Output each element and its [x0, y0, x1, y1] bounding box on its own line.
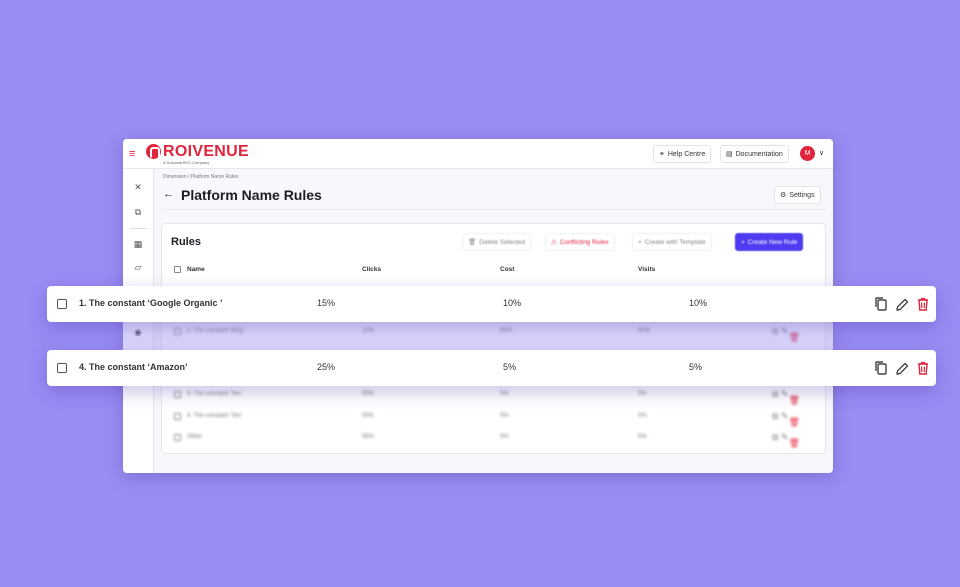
- column-header-name[interactable]: Name: [187, 266, 205, 273]
- headset-icon: ⚭: [659, 151, 665, 158]
- help-centre-button[interactable]: ⚭ Help Centre: [653, 145, 712, 163]
- copy-icon[interactable]: [874, 296, 888, 312]
- grid-icon[interactable]: ▦: [132, 238, 144, 250]
- row-checkbox[interactable]: [174, 413, 181, 420]
- row-visits: 5%: [638, 434, 647, 440]
- rules-title: Rules: [171, 236, 201, 248]
- gear-icon: ⚙: [780, 192, 787, 199]
- page-title: Platform Name Rules: [181, 187, 322, 203]
- row-cost: 5%: [500, 391, 509, 397]
- divider: [163, 209, 826, 210]
- table-row[interactable]: 4. The constant 'Yes' 55% 5% 5% ⧉ ✎ 🗑: [162, 385, 827, 405]
- row-cost: 5%: [500, 434, 509, 440]
- copy-icon[interactable]: ⧉: [132, 206, 144, 218]
- back-arrow-icon[interactable]: ←: [163, 188, 174, 200]
- row-visits: 5%: [638, 391, 647, 397]
- settings-label: Settings: [789, 191, 815, 199]
- edit-icon[interactable]: [895, 360, 909, 376]
- row-actions[interactable]: ⧉ ✎ 🗑: [772, 432, 800, 448]
- chart-icon[interactable]: ▱: [132, 261, 144, 273]
- settings-button[interactable]: ⚙ Settings: [774, 186, 821, 204]
- rule-visits: 10%: [689, 298, 708, 308]
- delete-selected-button[interactable]: 🗑 Delete Selected: [462, 233, 532, 251]
- column-header-visits[interactable]: Visits: [638, 266, 655, 273]
- breadcrumb[interactable]: Dimension / Platform Name Rules: [163, 174, 238, 180]
- copy-icon[interactable]: [874, 360, 888, 376]
- row-name: 4. The constant 'Yes': [187, 391, 242, 397]
- trash-icon[interactable]: [916, 296, 930, 312]
- logo-text: ROIVENUE: [163, 143, 249, 160]
- create-new-rule-label: Create New Rule: [747, 238, 798, 246]
- chevron-down-icon[interactable]: ∨: [819, 149, 824, 157]
- create-with-template-label: Create with Template: [644, 238, 706, 246]
- conflicting-rules-label: Conflicting Rules: [559, 238, 609, 246]
- logo-icon: [146, 144, 161, 159]
- create-with-template-button[interactable]: + Create with Template: [632, 233, 712, 251]
- rule-name: 1. The constant ‘Google Organic ’: [79, 298, 223, 308]
- select-all-checkbox[interactable]: [174, 266, 181, 273]
- highlighted-rule-row[interactable]: 4. The constant ‘Amazon’ 25% 5% 5%: [47, 350, 936, 386]
- plus-icon: +: [638, 238, 642, 246]
- delete-selected-label: Delete Selected: [479, 238, 526, 246]
- rule-clicks: 15%: [317, 298, 336, 308]
- highlighted-rule-row[interactable]: 1. The constant ‘Google Organic ’ 15% 10…: [47, 286, 936, 322]
- close-icon[interactable]: ✕: [132, 181, 144, 193]
- documentation-label: Documentation: [735, 150, 783, 158]
- rule-cost: 10%: [503, 298, 522, 308]
- create-new-rule-button[interactable]: + Create New Rule: [735, 233, 804, 251]
- book-icon: ▤: [726, 151, 733, 158]
- rule-cost: 5%: [503, 362, 517, 372]
- help-centre-label: Help Centre: [667, 150, 706, 158]
- documentation-button[interactable]: ▤ Documentation: [720, 145, 789, 163]
- row-checkbox[interactable]: [57, 363, 67, 373]
- rule-name: 4. The constant ‘Amazon’: [79, 362, 188, 372]
- menu-collapse-icon[interactable]: ≡: [129, 148, 141, 160]
- logo-subtitle: A ScanmarSEO Company: [163, 160, 210, 165]
- row-checkbox[interactable]: [174, 391, 181, 398]
- row-actions[interactable]: ⧉ ✎ 🗑: [772, 411, 800, 427]
- conflicting-rules-button[interactable]: ⚠ Conflicting Rules: [545, 233, 615, 251]
- column-header-cost[interactable]: Cost: [500, 266, 514, 273]
- row-name: Other: [187, 434, 203, 440]
- trash-icon[interactable]: [916, 360, 930, 376]
- table-header: Name Clicks Cost Visits: [162, 260, 827, 278]
- highlight-band: [0, 322, 960, 352]
- top-bar: ≡ ROIVENUE A ScanmarSEO Company ⚭ Help C…: [123, 139, 833, 169]
- sidebar-divider: [130, 228, 147, 229]
- table-row[interactable]: Other 55% 5% 5% ⧉ ✎ 🗑: [162, 428, 827, 448]
- warning-icon: ⚠: [551, 239, 557, 246]
- row-clicks: 55%: [362, 391, 375, 397]
- row-actions[interactable]: ⧉ ✎ 🗑: [772, 389, 800, 405]
- rule-clicks: 25%: [317, 362, 336, 372]
- avatar[interactable]: M: [800, 146, 815, 161]
- row-cost: 5%: [500, 413, 509, 419]
- rule-visits: 5%: [689, 362, 703, 372]
- table-row[interactable]: 4. The constant 'Yes' 55% 5% 5% ⧉ ✎ 🗑: [162, 407, 827, 427]
- trash-icon: 🗑: [468, 239, 477, 246]
- edit-icon[interactable]: [895, 296, 909, 312]
- column-header-clicks[interactable]: Clicks: [362, 266, 381, 273]
- row-checkbox[interactable]: [174, 434, 181, 441]
- row-checkbox[interactable]: [57, 299, 67, 309]
- row-visits: 5%: [638, 413, 647, 419]
- row-name: 4. The constant 'Yes': [187, 413, 242, 419]
- row-clicks: 55%: [362, 413, 375, 419]
- row-clicks: 55%: [362, 434, 375, 440]
- plus-icon: +: [741, 238, 745, 246]
